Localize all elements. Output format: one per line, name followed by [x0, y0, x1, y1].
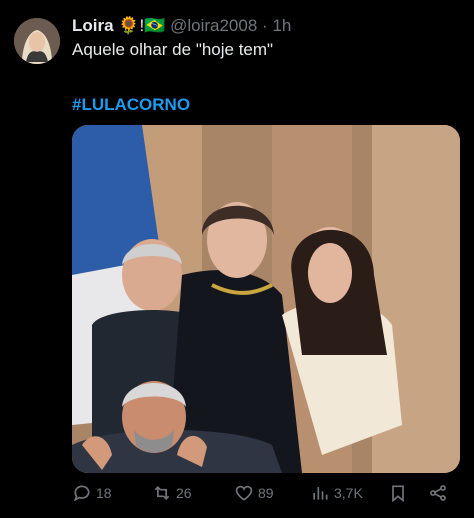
retweet-button[interactable]: 26 [152, 483, 192, 503]
author-emojis: 🌻!🇧🇷 [118, 16, 166, 35]
retweet-count: 26 [176, 485, 192, 501]
bookmark-button[interactable] [388, 483, 408, 503]
tweet-header: Loira 🌻!🇧🇷 @loira2008 · 1h [72, 16, 291, 36]
author-handle[interactable]: @loira2008 [170, 16, 257, 35]
tweet-text: Aquele olhar de "hoje tem" [72, 40, 274, 59]
reply-icon [73, 485, 90, 502]
views-count: 3,7K [334, 485, 363, 501]
tweet-time[interactable]: 1h [272, 16, 291, 35]
meta-separator: · [262, 16, 268, 35]
reply-button[interactable]: 18 [72, 483, 112, 503]
share-icon [430, 485, 446, 501]
reply-count: 18 [96, 485, 112, 501]
bookmark-icon [392, 485, 404, 503]
hashtag-link[interactable]: #LULACORNO [72, 95, 190, 115]
author-name[interactable]: Loira [72, 16, 114, 35]
tweet-media-image[interactable] [72, 125, 460, 473]
like-button[interactable]: 89 [234, 483, 274, 503]
like-count: 89 [258, 485, 274, 501]
like-icon [235, 485, 253, 501]
tweet-actions: 18 26 89 3,7K [72, 483, 460, 509]
views-button[interactable]: 3,7K [310, 483, 363, 503]
retweet-icon [154, 485, 170, 501]
share-button[interactable] [428, 483, 448, 503]
author-avatar[interactable] [14, 18, 60, 64]
views-icon [313, 487, 328, 500]
